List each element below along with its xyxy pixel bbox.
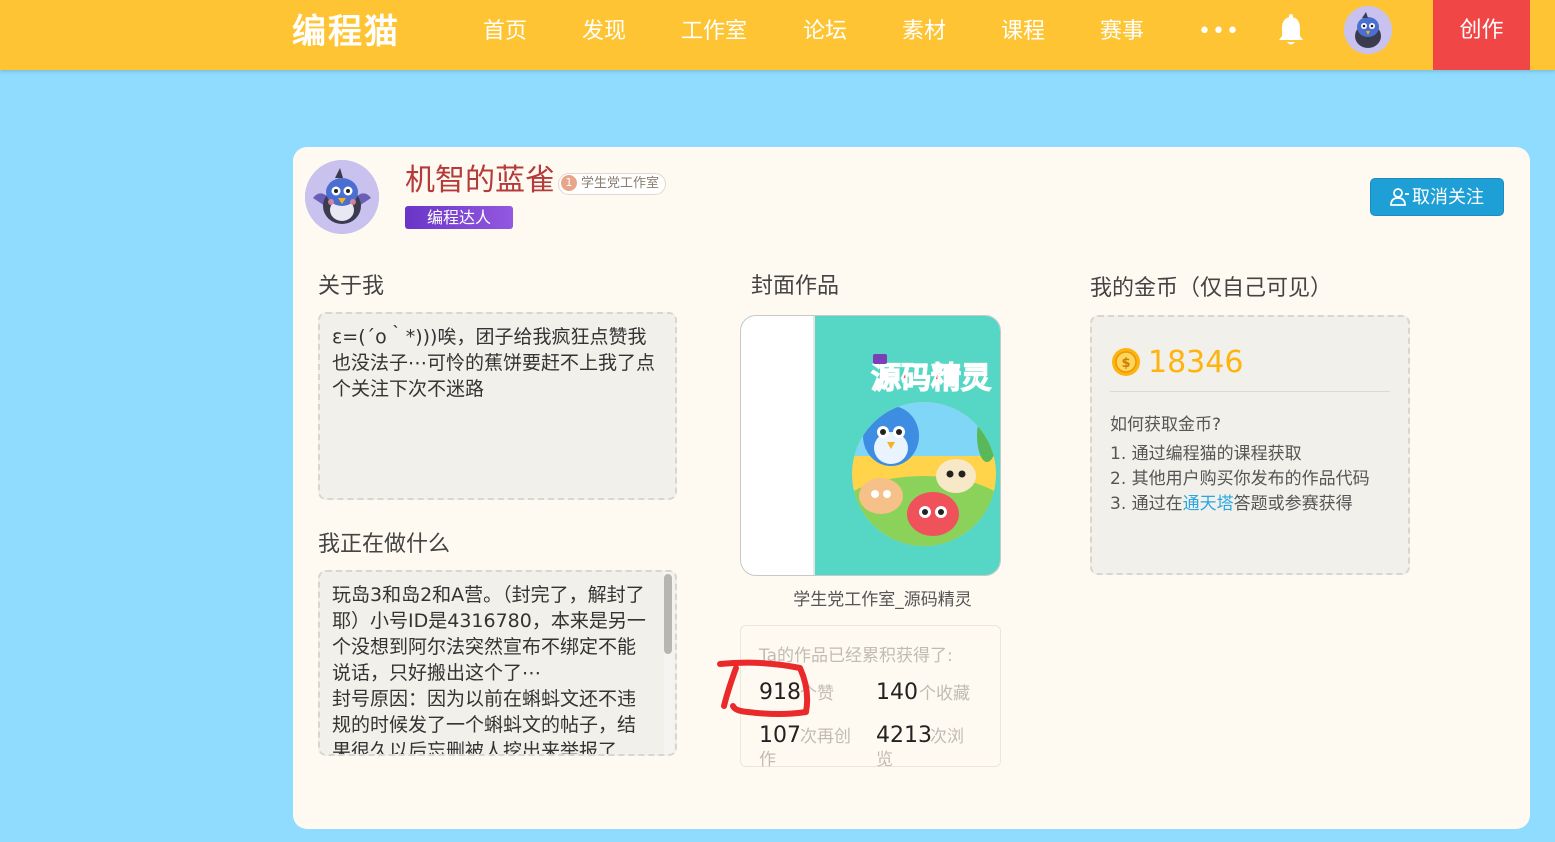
cover-art-title: 源码精灵: [871, 361, 991, 396]
top-navbar: 编程猫 首页 发现 工作室 论坛 素材 课程 赛事 ••• 创作: [0, 0, 1555, 70]
bell-icon[interactable]: [1276, 14, 1306, 48]
coin-tip-1: 1. 通过编程猫的课程获取: [1110, 444, 1302, 464]
create-button[interactable]: 创作: [1433, 0, 1530, 70]
about-box: ε=(´ο｀*)))唉，团子给我疯狂点赞我也没法子⋯可怜的蕉饼要赶不上我了点个关…: [318, 312, 677, 500]
coins-box: $ 18346 如何获取金币? 1. 通过编程猫的课程获取 2. 其他用户购买你…: [1090, 315, 1410, 575]
doing-line: 封号原因：因为以前在蝌蚪文还不违规的时候发了一个蝌蚪文的帖子，结果很久以后忘删被…: [332, 688, 637, 756]
stats-box: Ta的作品已经累积获得了: 918 个赞 140 个收藏 107 次再创 作 4…: [740, 625, 1001, 770]
views-count: 4213: [876, 723, 932, 748]
nav-discover[interactable]: 发现: [582, 14, 626, 50]
coin-question: 如何获取金币?: [1110, 415, 1222, 435]
doing-text: 玩岛3和岛2和A营。（封完了，解封了耶）小号ID是4316780，本来是另一个没…: [320, 572, 675, 756]
profile-card: 机智的蓝雀 1 学生党工作室 编程达人 取消关注 关于我 ε=(´ο｀*)))唉，…: [293, 147, 1530, 829]
favorites-unit: 个收藏: [919, 684, 970, 704]
user-avatar[interactable]: [1344, 6, 1392, 54]
views-unit-wrap: 览: [876, 750, 893, 770]
about-title: 关于我: [318, 274, 385, 299]
favorites-count: 140: [876, 680, 918, 705]
unfollow-button[interactable]: 取消关注: [1370, 178, 1504, 216]
cover-artwork: 源码精灵: [741, 316, 1000, 575]
cover-caption[interactable]: 学生党工作室_源码精灵: [740, 588, 1025, 612]
coder-badge: 编程达人: [405, 206, 513, 229]
coin-icon: $: [1112, 348, 1140, 376]
remix-unit: 次再创: [800, 727, 851, 747]
svg-text:$: $: [1121, 356, 1130, 371]
doing-scrollbar-thumb[interactable]: [664, 574, 672, 654]
coins-title: 我的金币（仅自己可见）: [1090, 276, 1333, 301]
nav-home[interactable]: 首页: [483, 14, 527, 50]
doing-box[interactable]: 玩岛3和岛2和A营。（封完了，解封了耶）小号ID是4316780，本来是另一个没…: [318, 570, 677, 756]
doing-title: 我正在做什么: [318, 532, 451, 557]
cover-work-image[interactable]: 源码精灵: [740, 315, 1001, 576]
nav-studio[interactable]: 工作室: [681, 14, 747, 50]
studio-tag[interactable]: 1 学生党工作室: [558, 173, 667, 195]
coin-amount: 18346: [1148, 345, 1244, 380]
doing-line: 玩岛3和岛2和A营。（封完了，解封了耶）小号ID是4316780，本来是另一个没…: [332, 584, 646, 684]
remix-count: 107: [759, 723, 801, 748]
unfollow-label: 取消关注: [1412, 187, 1484, 208]
nav-events[interactable]: 赛事: [1100, 14, 1144, 50]
coin-tip-2: 2. 其他用户购买你发布的作品代码: [1110, 469, 1370, 489]
studio-name: 学生党工作室: [581, 176, 660, 191]
doing-scrollbar-track[interactable]: [664, 572, 674, 754]
tongtianta-link[interactable]: 通天塔: [1183, 494, 1234, 514]
coin-tip-3-post: 答题或参赛获得: [1233, 494, 1353, 514]
likes-count: 918: [759, 680, 801, 705]
coin-tip-3-pre: 3. 通过在: [1110, 494, 1183, 514]
remix-unit-wrap: 作: [759, 750, 776, 770]
site-logo[interactable]: 编程猫: [292, 10, 400, 54]
nav-materials[interactable]: 素材: [902, 14, 946, 50]
about-text: ε=(´ο｀*)))唉，团子给我疯狂点赞我也没法子⋯可怜的蕉饼要赶不上我了点个关…: [332, 326, 656, 400]
coin-tip-3: 3. 通过在通天塔答题或参赛获得: [1110, 492, 1353, 516]
nav-forum[interactable]: 论坛: [803, 14, 847, 50]
stats-head: Ta的作品已经累积获得了:: [759, 646, 953, 666]
nav-courses[interactable]: 课程: [1001, 14, 1045, 50]
profile-name: 机智的蓝雀: [405, 163, 555, 198]
profile-avatar: [305, 160, 379, 234]
views-unit: 次浏: [930, 727, 964, 747]
cover-title: 封面作品: [751, 274, 840, 299]
likes-unit: 个赞: [800, 684, 834, 704]
coin-divider: [1110, 391, 1390, 392]
user-icon: [1390, 188, 1409, 206]
studio-level: 1: [561, 175, 577, 191]
more-menu-icon[interactable]: •••: [1198, 14, 1240, 50]
